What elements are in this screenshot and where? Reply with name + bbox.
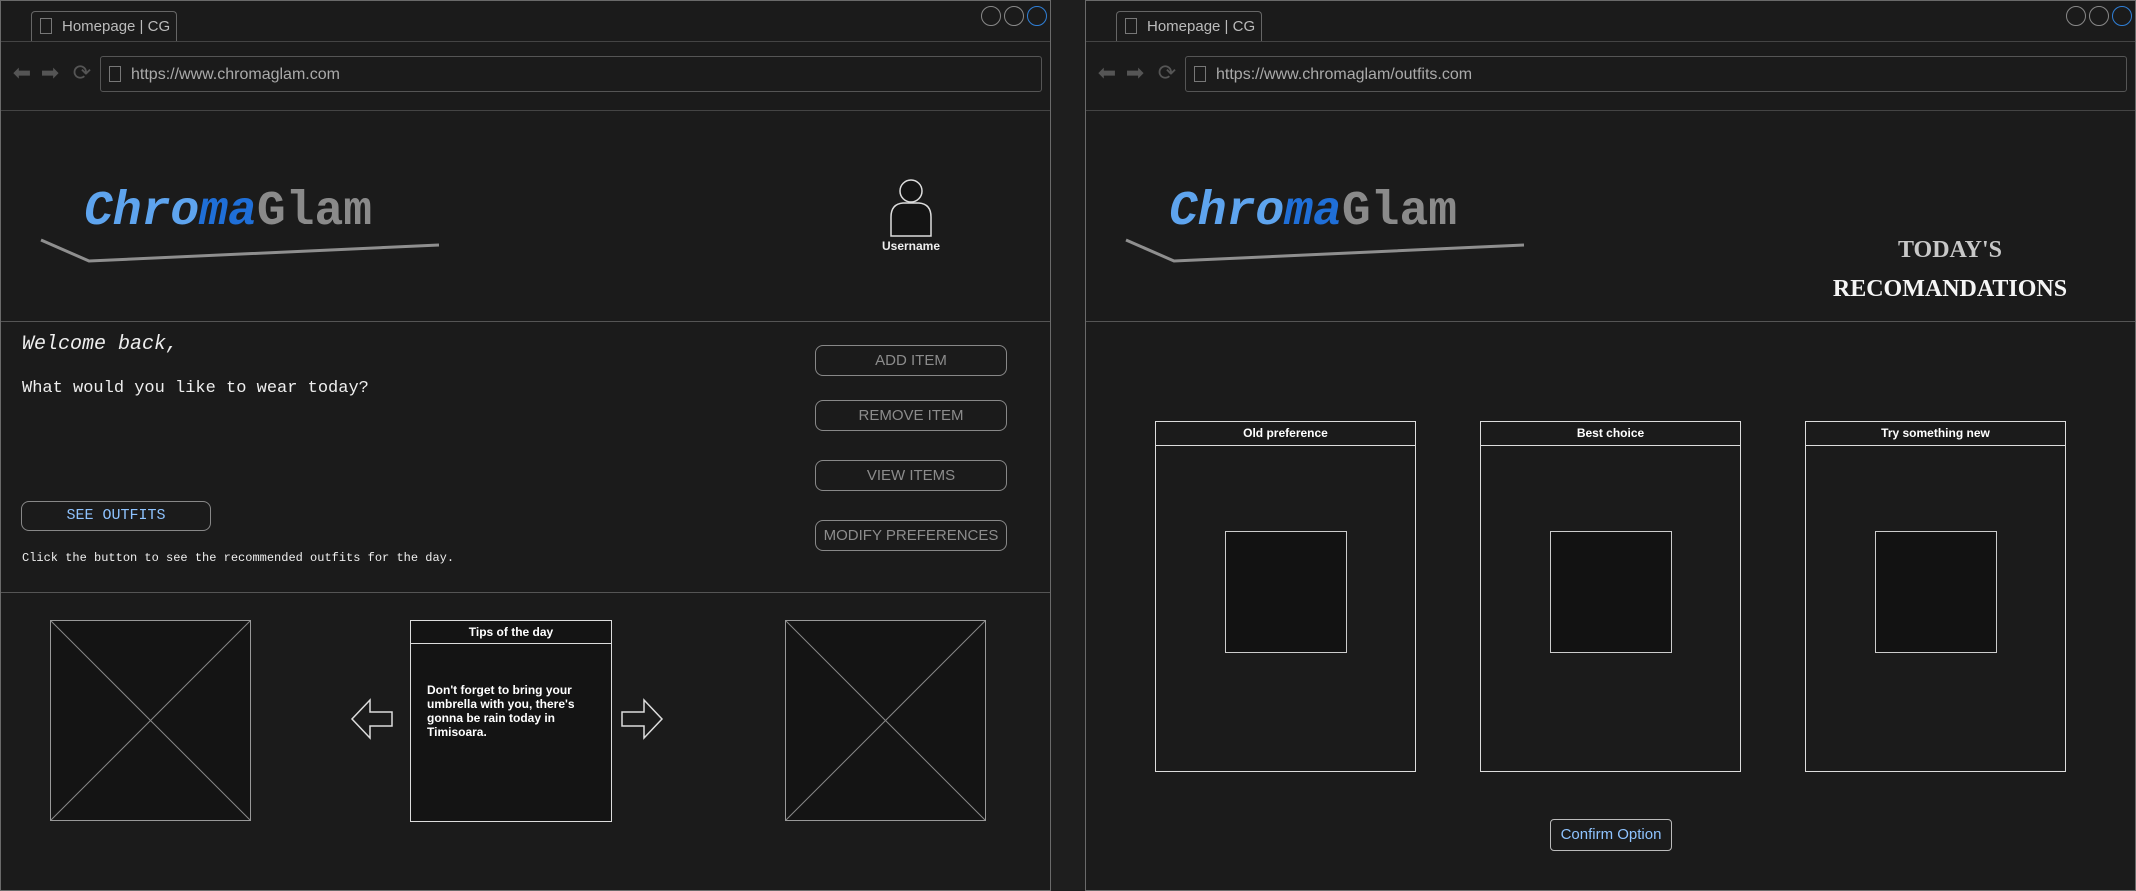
tab-title: Homepage | CG xyxy=(1147,18,1256,35)
browser-window-homepage: Homepage | CG ⬅ ➡ ⟳ https://www.chromagl… xyxy=(0,0,1051,891)
back-arrow-icon[interactable]: ⬅ xyxy=(1096,62,1118,84)
browser-tab[interactable]: Homepage | CG xyxy=(1116,11,1262,41)
add-item-button[interactable]: ADD ITEM xyxy=(815,345,1007,376)
site-header: ChromaGlam Username xyxy=(1,111,1050,322)
hint-text: Click the button to see the recommended … xyxy=(22,551,455,565)
refresh-icon[interactable]: ⟳ xyxy=(71,62,93,84)
welcome-text: Welcome back, xyxy=(22,333,179,356)
page-icon xyxy=(1194,66,1206,82)
minimize-button[interactable] xyxy=(2066,6,2086,26)
url-text: https://www.chromaglam/outfits.com xyxy=(1216,66,1473,83)
tab-title: Homepage | CG xyxy=(62,18,171,35)
view-items-button[interactable]: VIEW ITEMS xyxy=(815,460,1007,491)
tips-title: Tips of the day xyxy=(411,621,611,644)
confirm-option-button[interactable]: Confirm Option xyxy=(1550,819,1672,851)
tips-of-the-day-card: Tips of the day Don't forget to bring yo… xyxy=(410,620,612,822)
refresh-icon[interactable]: ⟳ xyxy=(1156,62,1178,84)
logo-swoosh xyxy=(1125,238,1525,263)
user-profile[interactable]: Username xyxy=(875,177,947,253)
outfit-card-old-preference[interactable]: Old preference xyxy=(1155,421,1416,772)
navigation-bar: ⬅ ➡ ⟳ https://www.chromaglam/outfits.com xyxy=(1086,42,2135,111)
arrow-left-icon[interactable] xyxy=(350,698,394,740)
logo-swoosh xyxy=(40,238,440,263)
remove-item-button[interactable]: REMOVE ITEM xyxy=(815,400,1007,431)
address-bar[interactable]: https://www.chromaglam.com xyxy=(100,56,1042,92)
card-title: Best choice xyxy=(1481,422,1740,446)
card-title: Try something new xyxy=(1806,422,2065,446)
placeholder-cross xyxy=(785,620,986,821)
page-title-line2: RECOMANDATIONS xyxy=(1832,276,2068,302)
page-icon xyxy=(40,18,52,34)
tab-bar: Homepage | CG xyxy=(1,1,1050,42)
outfit-card-try-something-new[interactable]: Try something new xyxy=(1805,421,2066,772)
page-icon xyxy=(109,66,121,82)
username-label: Username xyxy=(881,239,941,253)
window-controls xyxy=(978,6,1047,31)
modify-preferences-button[interactable]: MODIFY PREFERENCES xyxy=(815,520,1007,551)
site-header: ChromaGlam TODAY'S RECOMANDATIONS xyxy=(1086,111,2135,322)
arrow-right-icon[interactable] xyxy=(620,698,664,740)
url-text: https://www.chromaglam.com xyxy=(131,66,340,83)
user-avatar-icon xyxy=(890,179,932,237)
image-placeholder-left xyxy=(50,620,251,821)
close-button[interactable] xyxy=(1027,6,1047,26)
tab-bar: Homepage | CG xyxy=(1086,1,2135,42)
window-controls xyxy=(2063,6,2132,31)
page-title: TODAY'S RECOMANDATIONS xyxy=(1780,231,2120,309)
page-icon xyxy=(1125,18,1137,34)
navigation-bar: ⬅ ➡ ⟳ https://www.chromaglam.com xyxy=(1,42,1050,111)
outfit-image xyxy=(1225,531,1347,653)
address-bar[interactable]: https://www.chromaglam/outfits.com xyxy=(1185,56,2127,92)
browser-tab[interactable]: Homepage | CG xyxy=(31,11,177,41)
placeholder-cross xyxy=(50,620,251,821)
forward-arrow-icon[interactable]: ➡ xyxy=(39,62,61,84)
question-text: What would you like to wear today? xyxy=(22,379,369,398)
image-placeholder-right xyxy=(785,620,986,821)
minimize-button[interactable] xyxy=(981,6,1001,26)
outfit-image xyxy=(1875,531,1997,653)
close-button[interactable] xyxy=(2112,6,2132,26)
maximize-button[interactable] xyxy=(1004,6,1024,26)
outfit-image xyxy=(1550,531,1672,653)
browser-window-outfits: Homepage | CG ⬅ ➡ ⟳ https://www.chromagl… xyxy=(1085,0,2136,891)
main-section: Welcome back, What would you like to wea… xyxy=(1,322,1050,593)
see-outfits-button[interactable]: SEE OUTFITS xyxy=(21,501,211,531)
carousel-section: Tips of the day Don't forget to bring yo… xyxy=(1,593,1050,890)
forward-arrow-icon[interactable]: ➡ xyxy=(1124,62,1146,84)
page-title-line1: TODAY'S xyxy=(1897,237,2003,263)
maximize-button[interactable] xyxy=(2089,6,2109,26)
tips-text: Don't forget to bring your umbrella with… xyxy=(427,683,575,739)
card-title: Old preference xyxy=(1156,422,1415,446)
back-arrow-icon[interactable]: ⬅ xyxy=(11,62,33,84)
outfit-card-best-choice[interactable]: Best choice xyxy=(1480,421,1741,772)
